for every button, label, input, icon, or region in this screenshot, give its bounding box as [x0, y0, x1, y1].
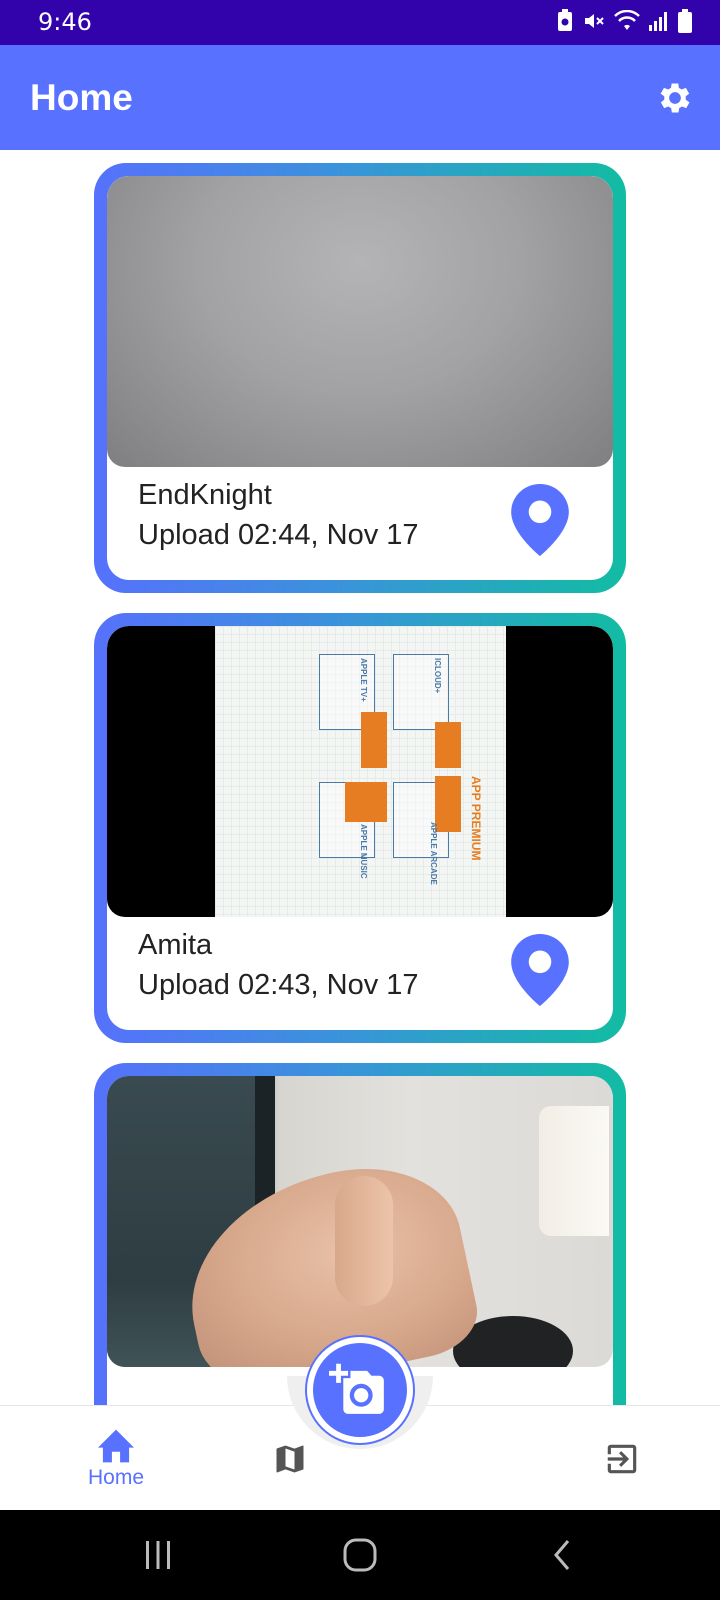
cup	[539, 1106, 609, 1236]
document-photo: APP PREMIUM APPLE TV+ ICLOUD+ APPLE MUSI…	[215, 626, 506, 917]
logout-icon	[607, 1444, 637, 1473]
photo-feed[interactable]: EndKnight Upload 02:44, Nov 17 APP PREMI…	[0, 150, 720, 1405]
nav-logout[interactable]	[562, 1406, 682, 1511]
recents-icon	[146, 1541, 170, 1569]
mute-icon	[585, 14, 604, 28]
home-circle-icon	[343, 1538, 377, 1572]
thumb	[335, 1176, 393, 1306]
photo-thumbnail[interactable]: APP PREMIUM APPLE TV+ ICLOUD+ APPLE MUSI…	[107, 626, 613, 917]
photo-card[interactable]: EndKnight Upload 02:44, Nov 17	[94, 163, 626, 593]
location-button[interactable]	[511, 934, 569, 1006]
wifi-icon	[614, 10, 640, 30]
add-photo-camera-icon	[329, 1363, 384, 1414]
status-bar: 9:46	[0, 0, 720, 45]
system-home-button[interactable]	[330, 1530, 390, 1580]
photo-card-body: EndKnight Upload 02:44, Nov 17	[107, 176, 613, 580]
doc-note	[361, 712, 387, 768]
back-icon	[554, 1540, 570, 1570]
location-pin-icon	[511, 484, 569, 556]
photo-card-body: APP PREMIUM APPLE TV+ ICLOUD+ APPLE MUSI…	[107, 626, 613, 1030]
settings-button[interactable]	[650, 73, 700, 123]
add-photo-button[interactable]	[307, 1337, 413, 1443]
location-button[interactable]	[511, 484, 569, 556]
doc-note	[435, 722, 461, 768]
app-bar: Home	[0, 45, 720, 150]
doc-label: APPLE ARCADE	[429, 822, 438, 885]
nav-home-label: Home	[87, 1465, 145, 1489]
page-title: Home	[30, 77, 133, 118]
recents-button[interactable]	[128, 1530, 188, 1580]
doc-label: ICLOUD+	[433, 658, 442, 694]
upload-time: Upload 02:43, Nov 17	[138, 969, 419, 1001]
doc-note	[435, 776, 461, 832]
nav-home[interactable]: Home	[56, 1406, 176, 1511]
location-pin-icon	[511, 934, 569, 1006]
signal-icon	[649, 12, 667, 31]
photo-thumbnail[interactable]	[107, 1076, 613, 1367]
battery-icon	[678, 9, 692, 33]
system-navigation-bar	[0, 1510, 720, 1600]
back-button[interactable]	[532, 1530, 592, 1580]
doc-label: APPLE MUSIC	[359, 824, 368, 879]
status-time: 9:46	[38, 8, 92, 36]
uploader-name: Amita	[138, 929, 213, 961]
photo-card[interactable]: APP PREMIUM APPLE TV+ ICLOUD+ APPLE MUSI…	[94, 613, 626, 1043]
home-icon	[98, 1429, 134, 1462]
gear-icon	[660, 83, 690, 113]
battery-saver-icon	[558, 9, 572, 31]
uploader-name: EndKnight	[138, 479, 272, 511]
doc-note	[345, 782, 387, 822]
doc-title: APP PREMIUM	[469, 776, 483, 861]
doc-label: APPLE TV+	[359, 658, 368, 702]
upload-time: Upload 02:44, Nov 17	[138, 519, 419, 551]
map-icon	[276, 1445, 304, 1472]
status-icons	[556, 9, 692, 33]
photo-thumbnail[interactable]	[107, 176, 613, 467]
